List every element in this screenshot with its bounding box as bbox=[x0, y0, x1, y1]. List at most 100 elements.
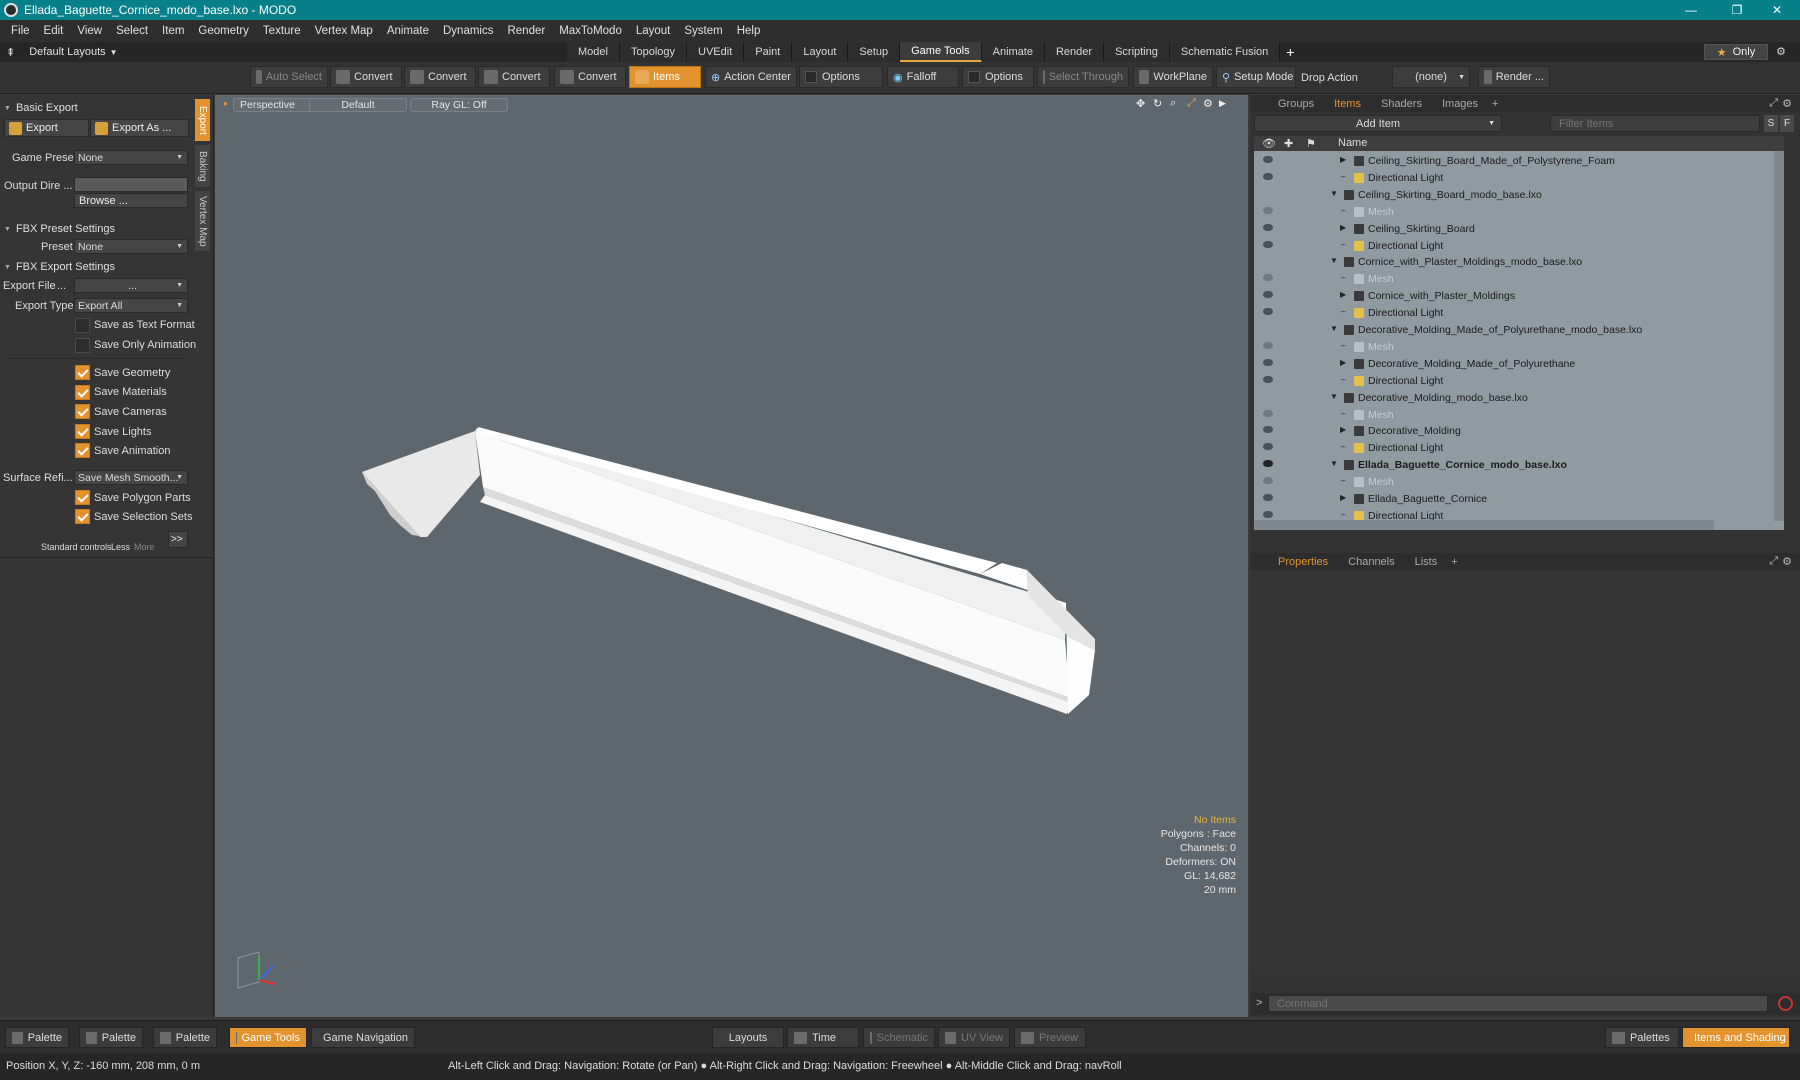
menu-texture[interactable]: Texture bbox=[256, 25, 308, 37]
panel-expand-icon[interactable]: ⤢ bbox=[1769, 555, 1778, 568]
convert-button-2[interactable]: Convert bbox=[404, 66, 476, 88]
tree-hscrollbar[interactable] bbox=[1254, 520, 1714, 530]
side-tab-baking[interactable]: Baking bbox=[195, 145, 210, 187]
visibility-eye-icon[interactable] bbox=[1263, 291, 1273, 299]
panel-gear-icon[interactable]: ⚙ bbox=[1782, 97, 1792, 110]
side-tab-export[interactable]: Export bbox=[195, 99, 210, 141]
output-dir-field[interactable] bbox=[74, 177, 188, 192]
tab-images[interactable]: Images bbox=[1432, 95, 1488, 112]
only-toggle[interactable]: ★ Only bbox=[1704, 44, 1768, 60]
save-only-animation-checkbox[interactable] bbox=[75, 338, 90, 353]
tree-row[interactable]: ▼ Decorative_Molding_modo_base.lxo bbox=[1254, 390, 1784, 406]
raygl-button[interactable]: Ray GL: Off bbox=[410, 98, 508, 112]
game-preset-dropdown[interactable]: None bbox=[74, 150, 188, 165]
menu-geometry[interactable]: Geometry bbox=[191, 25, 256, 37]
visibility-eye-icon[interactable] bbox=[1263, 443, 1273, 451]
tree-row[interactable]: ▼ Ceiling_Skirting_Board_modo_base.lxo bbox=[1254, 187, 1784, 203]
menu-item[interactable]: Item bbox=[155, 25, 191, 37]
expand-arrow-icon[interactable]: ▶ bbox=[1340, 493, 1346, 502]
tree-row[interactable]: ▶ Ceiling_Skirting_Board bbox=[1254, 221, 1784, 237]
viewport-gear-icon[interactable]: ⚙ bbox=[1203, 97, 1213, 110]
tree-row[interactable]: ▼ Ellada_Baguette_Cornice_modo_base.lxo bbox=[1254, 457, 1784, 473]
tab-game-tools[interactable]: Game Tools bbox=[900, 42, 982, 62]
more-link[interactable]: More bbox=[134, 542, 155, 552]
tab-layout[interactable]: Layout bbox=[792, 42, 849, 62]
preset-dropdown[interactable]: None bbox=[74, 239, 188, 254]
tab-uvedit[interactable]: UVEdit bbox=[687, 42, 745, 62]
tab-schematic-fusion[interactable]: Schematic Fusion bbox=[1169, 42, 1281, 62]
fit-icon[interactable]: ⤢ bbox=[1187, 97, 1196, 110]
game-navigation-button[interactable]: Game Navigation bbox=[311, 1027, 415, 1048]
menu-vertex-map[interactable]: Vertex Map bbox=[308, 25, 380, 37]
schematic-button[interactable]: Schematic bbox=[863, 1027, 935, 1048]
drop-action-dropdown[interactable]: (none) ▼ bbox=[1392, 66, 1470, 88]
3d-viewport[interactable]: ● Perspective Default Ray GL: Off ✥ ↻ ⌕ … bbox=[215, 95, 1248, 1017]
visibility-eye-icon[interactable] bbox=[1263, 274, 1273, 282]
tree-row[interactable]: – Directional Light bbox=[1254, 373, 1784, 389]
visibility-eye-icon[interactable] bbox=[1263, 172, 1273, 180]
tree-row[interactable]: ▶ Ellada_Baguette_Cornice bbox=[1254, 491, 1784, 507]
menu-help[interactable]: Help bbox=[730, 25, 768, 37]
tab-render[interactable]: Render bbox=[1044, 42, 1105, 62]
visibility-eye-icon[interactable] bbox=[1263, 510, 1273, 518]
expand-arrow-icon[interactable]: ▶ bbox=[1340, 155, 1346, 164]
tab-scripting[interactable]: Scripting bbox=[1104, 42, 1170, 62]
record-icon[interactable] bbox=[1778, 996, 1793, 1011]
tab-lists[interactable]: Lists bbox=[1405, 553, 1448, 570]
close-button[interactable]: ✕ bbox=[1754, 0, 1800, 20]
visibility-eye-icon[interactable] bbox=[1263, 240, 1273, 248]
command-input[interactable] bbox=[1268, 995, 1768, 1012]
visibility-eye-icon[interactable] bbox=[1263, 223, 1273, 231]
tab-items[interactable]: Items bbox=[1324, 95, 1371, 112]
game-tools-button[interactable]: Game Tools bbox=[229, 1027, 307, 1048]
expand-arrow-icon[interactable]: ▼ bbox=[1330, 324, 1338, 333]
preview-button[interactable]: Preview bbox=[1014, 1027, 1086, 1048]
tab-animate[interactable]: Animate bbox=[981, 42, 1045, 62]
menu-dynamics[interactable]: Dynamics bbox=[436, 25, 500, 37]
tab-setup[interactable]: Setup bbox=[848, 42, 901, 62]
tree-scrollbar[interactable] bbox=[1774, 151, 1784, 521]
save-text-format-checkbox[interactable] bbox=[75, 318, 90, 333]
expand-arrow-icon[interactable]: ▼ bbox=[1330, 256, 1338, 265]
palette-button-3[interactable]: Palette bbox=[153, 1027, 217, 1048]
visibility-eye-icon[interactable] bbox=[1263, 156, 1273, 163]
convert-button-1[interactable]: Convert bbox=[330, 66, 402, 88]
palette-button-2[interactable]: Palette bbox=[79, 1027, 143, 1048]
items-mode-button[interactable]: Items bbox=[629, 66, 701, 88]
options-button-1[interactable]: Options bbox=[799, 66, 883, 88]
export-as-button[interactable]: Export As ... bbox=[90, 119, 189, 137]
save-materials-checkbox[interactable] bbox=[75, 385, 90, 400]
render-button[interactable]: Render ... bbox=[1478, 66, 1550, 88]
tree-row[interactable]: ▶ Cornice_with_Plaster_Moldings bbox=[1254, 288, 1784, 304]
palette-button-1[interactable]: Palette bbox=[5, 1027, 69, 1048]
setup-mode-button[interactable]: ⚲ Setup Mode bbox=[1216, 66, 1296, 88]
add-tab-plus-icon[interactable]: + bbox=[1280, 42, 1300, 62]
menu-edit[interactable]: Edit bbox=[37, 25, 71, 37]
tree-row[interactable]: – Mesh bbox=[1254, 474, 1784, 490]
workplane-button[interactable]: WorkPlane bbox=[1133, 66, 1213, 88]
menu-layout[interactable]: Layout bbox=[629, 25, 678, 37]
tree-row[interactable]: ▼ Cornice_with_Plaster_Moldings_modo_base… bbox=[1254, 254, 1784, 270]
convert-button-3[interactable]: Convert bbox=[478, 66, 550, 88]
menu-file[interactable]: File bbox=[4, 25, 37, 37]
save-cameras-checkbox[interactable] bbox=[75, 404, 90, 419]
tab-paint[interactable]: Paint bbox=[744, 42, 793, 62]
zoom-icon[interactable]: ⌕ bbox=[1170, 97, 1176, 110]
export-button[interactable]: Export bbox=[4, 119, 89, 137]
options-button-2[interactable]: Options bbox=[962, 66, 1034, 88]
tree-row[interactable]: – Directional Light bbox=[1254, 305, 1784, 321]
expand-arrow-icon[interactable]: ▶ bbox=[1340, 425, 1346, 434]
pan-icon[interactable]: ✥ bbox=[1136, 97, 1145, 110]
export-type-dropdown[interactable]: Export All bbox=[74, 298, 188, 313]
default-layouts-dropdown[interactable]: ⇞ Default Layouts ▼ bbox=[6, 44, 118, 60]
expand-arrow-icon[interactable]: ▼ bbox=[1330, 189, 1338, 198]
action-center-button[interactable]: ⊕ Action Center bbox=[705, 66, 797, 88]
visibility-eye-icon[interactable] bbox=[1263, 494, 1273, 501]
expand-button[interactable]: >> bbox=[168, 531, 188, 548]
palettes-button[interactable]: Palettes bbox=[1605, 1027, 1679, 1048]
visibility-eye-icon[interactable] bbox=[1263, 206, 1273, 214]
expand-arrow-icon[interactable]: ▼ bbox=[1330, 392, 1338, 401]
tree-row[interactable]: – Directional Light bbox=[1254, 440, 1784, 456]
convert-button-4[interactable]: Convert bbox=[554, 66, 626, 88]
visibility-eye-icon[interactable] bbox=[1263, 477, 1273, 485]
